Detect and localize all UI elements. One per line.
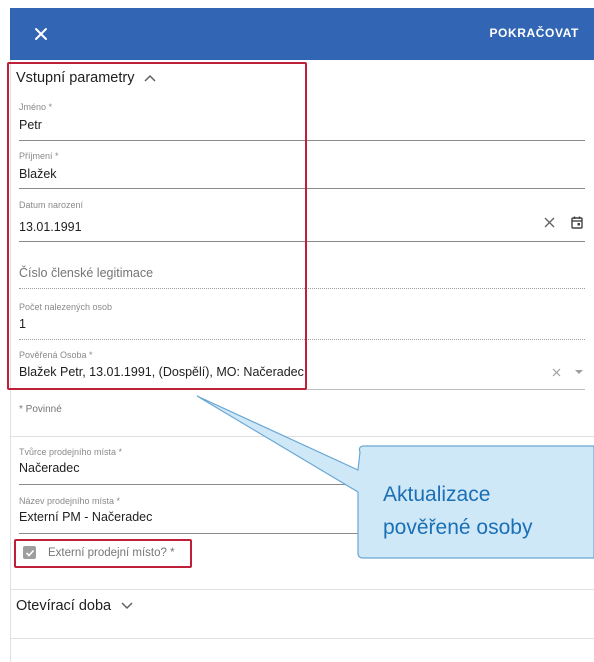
callout-text: Aktualizace pověřené osoby	[383, 478, 532, 544]
callout-bubble	[196, 395, 594, 559]
callout-line-2: pověřené osoby	[383, 516, 533, 539]
callout-line-1: Aktualizace	[383, 483, 491, 506]
